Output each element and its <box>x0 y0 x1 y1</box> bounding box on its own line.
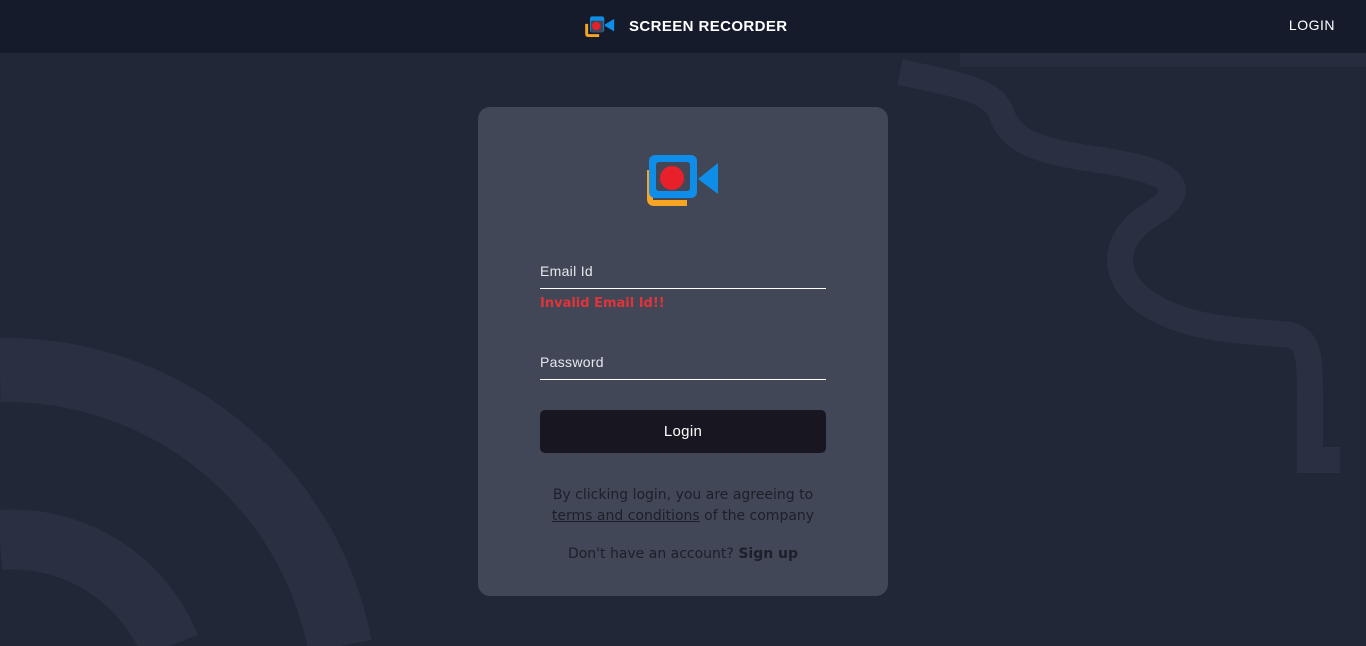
signup-link[interactable]: Sign up <box>738 546 798 562</box>
terms-prefix: By clicking login, you are agreeing to <box>552 487 814 503</box>
login-button[interactable]: Login <box>540 410 826 453</box>
login-card: Invalid Email Id!! Login By clicking log… <box>478 107 888 596</box>
email-field-wrapper <box>540 263 826 289</box>
password-field-wrapper <box>540 354 826 380</box>
nav-login-link[interactable]: LOGIN <box>1289 17 1335 33</box>
signup-prompt: Don't have an account? <box>567 546 739 562</box>
top-navbar: SCREEN RECORDER LOGIN <box>0 0 1366 53</box>
video-camera-record-icon <box>585 16 615 37</box>
password-input[interactable] <box>540 354 826 380</box>
brand-name: SCREEN RECORDER <box>629 17 788 35</box>
terms-link[interactable]: terms and conditions <box>552 508 700 524</box>
email-input[interactable] <box>540 263 826 289</box>
email-error-message: Invalid Email Id!! <box>540 296 665 311</box>
terms-notice: By clicking login, you are agreeing to t… <box>478 485 888 527</box>
signup-prompt-line: Don't have an account? Sign up <box>478 546 888 562</box>
terms-suffix: of the company <box>699 508 815 524</box>
brand[interactable]: SCREEN RECORDER <box>585 14 788 38</box>
video-camera-record-icon <box>647 155 718 206</box>
